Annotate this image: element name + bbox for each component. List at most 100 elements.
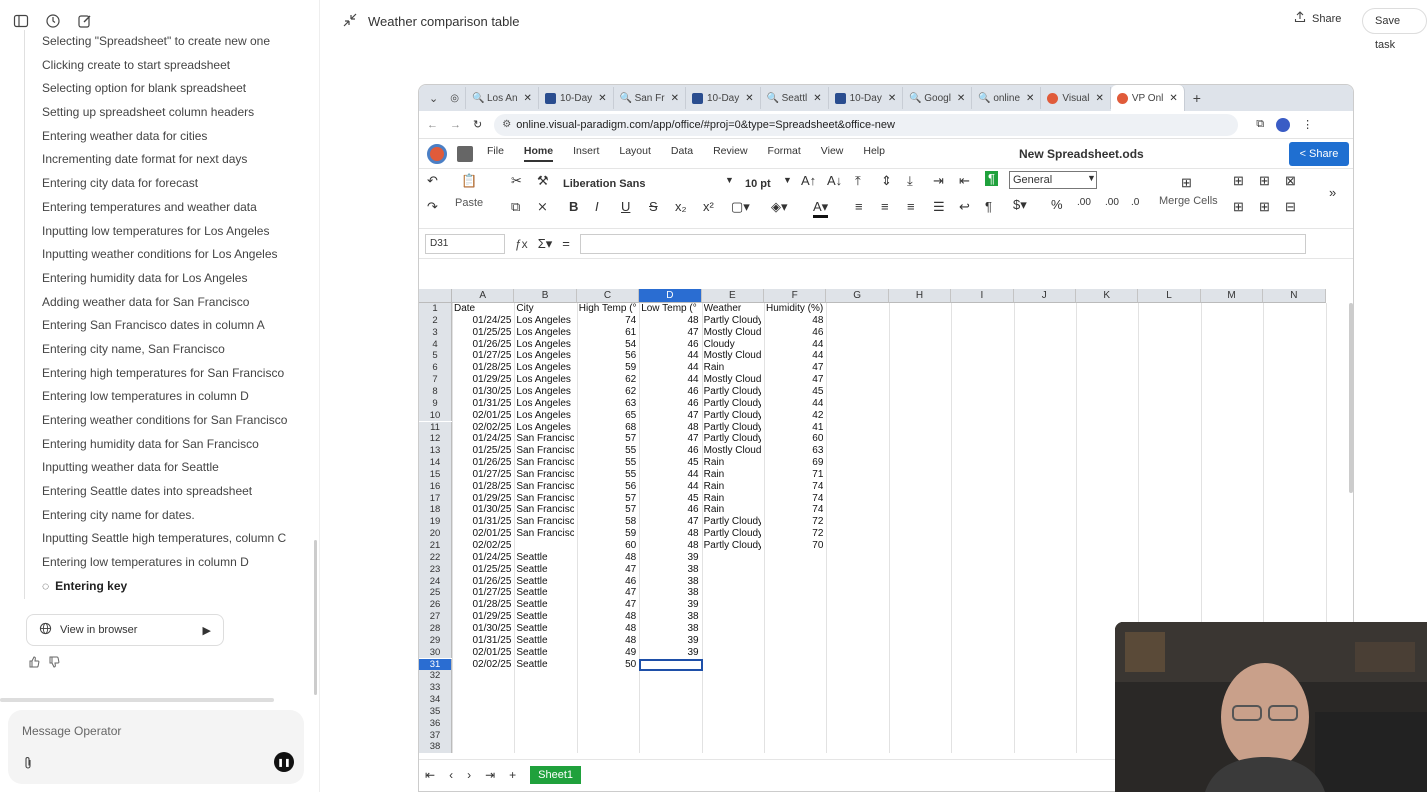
browser-menu-icon[interactable]: ⋮: [1302, 118, 1313, 131]
merge-cells-label[interactable]: Merge Cells: [1159, 195, 1218, 207]
cell[interactable]: Partly Cloudy: [704, 398, 761, 410]
cell[interactable]: San Francisc: [516, 493, 573, 505]
add-sheet-icon[interactable]: +: [509, 768, 516, 782]
cell[interactable]: Seattle: [516, 564, 573, 576]
row-header[interactable]: 4: [419, 338, 452, 351]
cell[interactable]: 01/25/25: [454, 445, 511, 457]
cell[interactable]: Rain: [704, 493, 761, 505]
menu-data[interactable]: Data: [671, 145, 693, 162]
cell[interactable]: 60: [579, 540, 636, 552]
menu-format[interactable]: Format: [768, 145, 801, 162]
cell[interactable]: Seattle: [516, 576, 573, 588]
cell[interactable]: 48: [641, 540, 698, 552]
cell[interactable]: 02/01/25: [454, 528, 511, 540]
cell[interactable]: 46: [641, 386, 698, 398]
row-header[interactable]: 34: [419, 694, 452, 706]
cell[interactable]: 63: [579, 398, 636, 410]
delete-column-icon[interactable]: ⊟: [1285, 199, 1296, 215]
thumbs-up-icon[interactable]: [28, 656, 40, 671]
cell[interactable]: 48: [579, 623, 636, 635]
browser-tab[interactable]: 🔍 online ✕: [972, 87, 1042, 109]
grow-font-icon[interactable]: A↑: [801, 173, 816, 188]
cell[interactable]: 47: [766, 374, 823, 386]
menu-layout[interactable]: Layout: [619, 145, 651, 162]
menu-help[interactable]: Help: [863, 145, 885, 162]
column-header[interactable]: F: [764, 289, 827, 303]
cell[interactable]: Seattle: [516, 611, 573, 623]
url-input[interactable]: ⚙ online.visual-paradigm.com/app/office/…: [494, 113, 1239, 136]
align-right-icon[interactable]: ≡: [907, 199, 915, 214]
cell[interactable]: Partly Cloudy: [704, 516, 761, 528]
row-header[interactable]: 36: [419, 717, 452, 730]
thumbs-down-icon[interactable]: [48, 656, 60, 671]
cell[interactable]: 47: [641, 433, 698, 445]
next-sheet-icon[interactable]: ›: [467, 768, 471, 782]
cell[interactable]: 02/02/25: [454, 540, 511, 552]
row-header[interactable]: 1: [419, 303, 452, 315]
function-icon[interactable]: ƒx: [515, 237, 528, 251]
close-tab-icon[interactable]: ✕: [598, 93, 606, 104]
close-tab-icon[interactable]: ✕: [1169, 93, 1177, 104]
close-tab-icon[interactable]: ✕: [1026, 93, 1034, 104]
header-cell[interactable]: High Temp (°: [579, 303, 638, 315]
align-center-icon[interactable]: ≡: [881, 199, 889, 214]
percent-icon[interactable]: %: [1051, 197, 1063, 212]
tab-menu-chevron-icon[interactable]: ⌄: [423, 92, 444, 105]
cell[interactable]: Los Angeles: [516, 327, 573, 339]
cell[interactable]: 01/31/25: [454, 516, 511, 528]
cell[interactable]: 01/27/25: [454, 469, 511, 481]
bold-icon[interactable]: B: [569, 199, 578, 214]
selected-cell[interactable]: [639, 658, 703, 672]
cell[interactable]: San Francisc: [516, 504, 573, 516]
browser-tab[interactable]: ◎: [444, 87, 466, 109]
cell[interactable]: 58: [579, 516, 636, 528]
cell[interactable]: 62: [579, 374, 636, 386]
row-header[interactable]: 27: [419, 611, 452, 623]
new-tab-icon[interactable]: +: [1185, 90, 1209, 106]
cell[interactable]: Seattle: [516, 647, 573, 659]
cell[interactable]: Los Angeles: [516, 398, 573, 410]
cell[interactable]: 56: [579, 350, 636, 362]
sheet-tab[interactable]: Sheet1: [530, 765, 582, 784]
indent-icon[interactable]: ⇥: [933, 173, 944, 189]
cell[interactable]: 65: [579, 410, 636, 422]
column-header[interactable]: L: [1138, 289, 1201, 303]
cell[interactable]: 39: [641, 647, 698, 659]
close-tab-icon[interactable]: ✕: [1095, 93, 1103, 104]
menu-insert[interactable]: Insert: [573, 145, 599, 162]
cell[interactable]: San Francisc: [516, 457, 573, 469]
cell[interactable]: Los Angeles: [516, 386, 573, 398]
cell[interactable]: 57: [579, 504, 636, 516]
row-header[interactable]: 38: [419, 741, 452, 753]
cell[interactable]: 55: [579, 445, 636, 457]
cell[interactable]: 44: [766, 398, 823, 410]
row-header[interactable]: 28: [419, 622, 452, 635]
last-sheet-icon[interactable]: ⇥: [485, 768, 495, 782]
insert-col-left-icon[interactable]: ⊞: [1259, 199, 1270, 215]
shrink-font-icon[interactable]: A↓: [827, 173, 842, 188]
row-header[interactable]: 10: [419, 409, 452, 422]
paragraph-icon[interactable]: ¶: [985, 171, 998, 186]
cell[interactable]: 48: [579, 552, 636, 564]
reload-icon[interactable]: ↻: [473, 118, 482, 131]
row-header[interactable]: 37: [419, 729, 452, 742]
cell[interactable]: Seattle: [516, 587, 573, 599]
remove-decimal-icon[interactable]: .0: [1131, 197, 1139, 208]
cell[interactable]: 01/24/25: [454, 552, 511, 564]
browser-tab[interactable]: VP Onl ✕: [1110, 85, 1185, 111]
cell[interactable]: 41: [766, 422, 823, 434]
header-cell[interactable]: City: [516, 303, 575, 315]
back-icon[interactable]: ←: [427, 119, 438, 131]
cell[interactable]: 47: [579, 599, 636, 611]
browser-tab[interactable]: 🔍 Seattl ✕: [761, 87, 829, 109]
cell[interactable]: 02/01/25: [454, 410, 511, 422]
cell[interactable]: Los Angeles: [516, 422, 573, 434]
cell[interactable]: San Francisc: [516, 481, 573, 493]
cell[interactable]: 01/27/25: [454, 587, 511, 599]
cell[interactable]: 46: [641, 398, 698, 410]
extensions-icon[interactable]: ⧉: [1256, 118, 1264, 131]
row-header[interactable]: 23: [419, 563, 452, 576]
close-tab-icon[interactable]: ✕: [524, 93, 532, 104]
superscript-icon[interactable]: x²: [703, 199, 714, 214]
cell[interactable]: 45: [766, 386, 823, 398]
